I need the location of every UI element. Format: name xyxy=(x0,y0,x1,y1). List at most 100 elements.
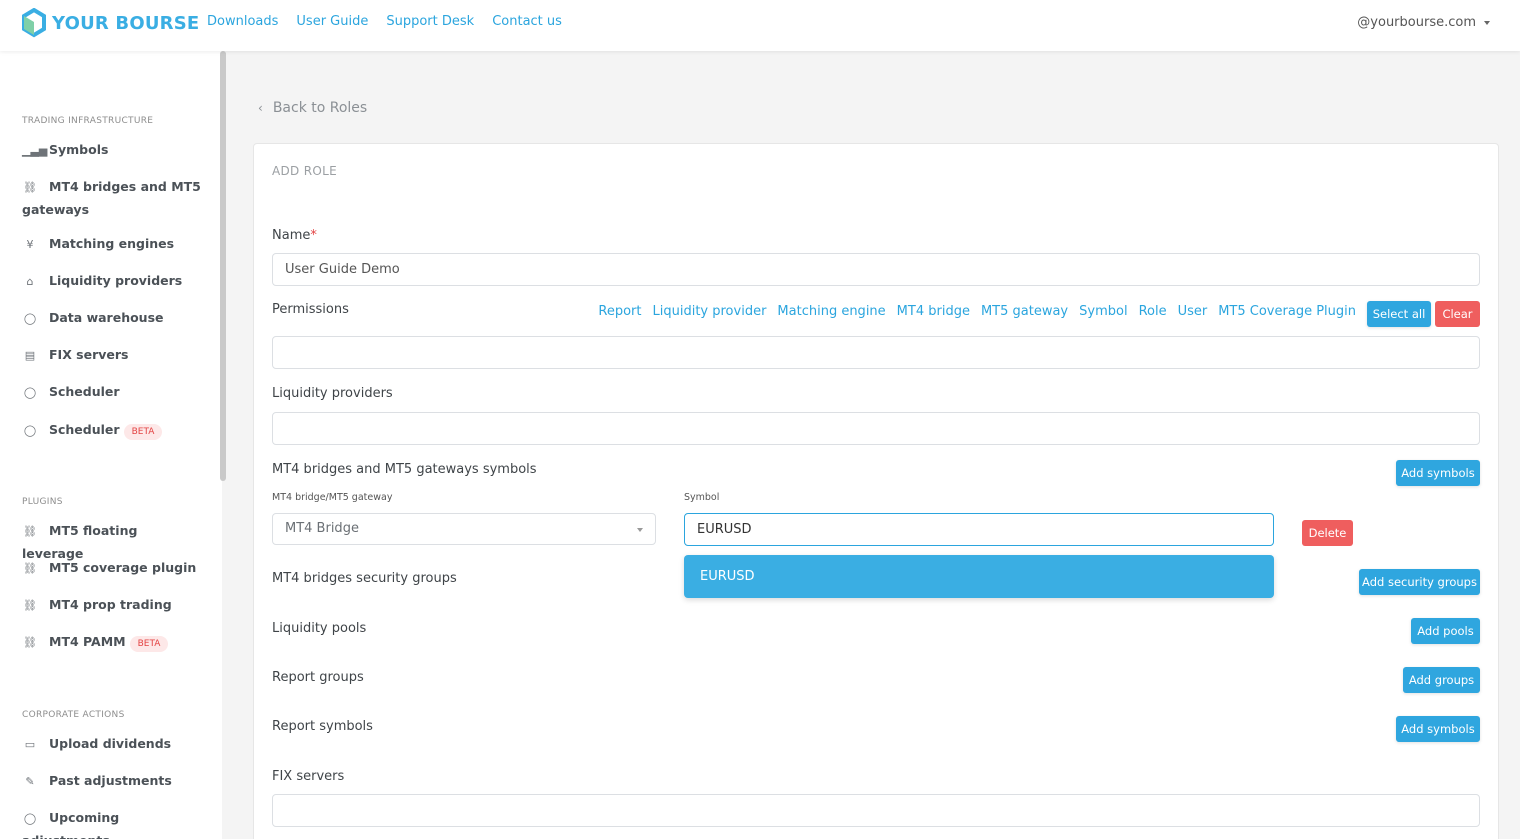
sidebar-item-label: MT5 floating leverage xyxy=(22,523,138,561)
sidebar-item-mt4-bridges[interactable]: ⛓ MT4 bridges and MT5 gateways xyxy=(22,176,202,221)
permission-link-mt5-coverage-plugin[interactable]: MT5 Coverage Plugin xyxy=(1218,304,1356,319)
top-nav: Downloads User Guide Support Desk Contac… xyxy=(207,14,580,29)
clear-button[interactable]: Clear xyxy=(1435,301,1480,327)
bridge-select[interactable]: MT4 Bridge xyxy=(272,513,656,545)
sidebar-item-upcoming-adjustments[interactable]: ◯Upcoming adjustments xyxy=(22,807,202,839)
sidebar-item-label: Scheduler xyxy=(49,384,120,399)
sidebar-item-data-warehouse[interactable]: ◯ Data warehouse xyxy=(22,307,202,330)
symbol-input[interactable]: EURUSD xyxy=(684,513,1274,546)
nav-user-guide[interactable]: User Guide xyxy=(296,14,368,29)
sidebar-item-fix-servers[interactable]: ▤ FIX servers xyxy=(22,344,202,367)
permission-link-role[interactable]: Role xyxy=(1139,304,1167,319)
sidebar-item-mt4-pamm[interactable]: ⛓ MT4 PAMM BETA xyxy=(22,631,202,654)
link-icon: ⛓ xyxy=(23,636,37,649)
permission-link-symbol[interactable]: Symbol xyxy=(1079,304,1127,319)
select-all-button[interactable]: Select all xyxy=(1367,301,1431,327)
sidebar-item-label: MT4 PAMM xyxy=(49,634,126,649)
sidebar-item-label: Matching engines xyxy=(49,236,175,251)
nav-contact-us[interactable]: Contact us xyxy=(492,14,562,29)
back-to-roles-link[interactable]: ‹ Back to Roles xyxy=(258,100,367,116)
chevron-left-icon: ‹ xyxy=(258,101,263,115)
section-title-corporate-actions: CORPORATE ACTIONS xyxy=(22,710,125,720)
sidebar-item-upload-dividends[interactable]: ▭ Upload dividends xyxy=(22,733,202,756)
circle-icon: ◯ xyxy=(23,812,37,825)
permission-links: Report Liquidity provider Matching engin… xyxy=(587,304,1356,319)
permission-link-report[interactable]: Report xyxy=(598,304,641,319)
sidebar xyxy=(0,51,222,839)
dropdown-option-eurusd[interactable]: EURUSD xyxy=(684,555,1274,598)
name-label: Name* xyxy=(272,228,317,243)
required-marker: * xyxy=(310,228,317,243)
link-icon: ⛓ xyxy=(23,562,37,575)
top-bar: YOUR BOURSE Downloads User Guide Support… xyxy=(0,0,1520,51)
chevron-down-icon xyxy=(1484,20,1490,25)
permission-link-matching-engine[interactable]: Matching engine xyxy=(777,304,885,319)
edit-icon: ✎ xyxy=(25,775,35,788)
sidebar-item-label: Liquidity providers xyxy=(49,273,183,288)
sidebar-scrollbar[interactable] xyxy=(220,51,226,481)
add-groups-button[interactable]: Add groups xyxy=(1403,667,1480,693)
permission-link-user[interactable]: User xyxy=(1178,304,1208,319)
logo[interactable]: YOUR BOURSE xyxy=(22,8,199,38)
fix-servers-label: FIX servers xyxy=(272,769,345,784)
back-link-label: Back to Roles xyxy=(272,100,368,116)
folder-icon: ▭ xyxy=(24,738,36,751)
logo-icon xyxy=(22,8,46,38)
sidebar-item-label: MT4 prop trading xyxy=(49,597,172,612)
sidebar-item-scheduler[interactable]: ◯ Scheduler xyxy=(22,381,202,404)
section-title-trading-infrastructure: TRADING INFRASTRUCTURE xyxy=(22,116,154,126)
liquidity-providers-label: Liquidity providers xyxy=(272,386,393,401)
add-role-card xyxy=(253,143,1499,839)
circle-icon: ◯ xyxy=(23,312,37,325)
sidebar-item-scheduler-beta[interactable]: ◯ Scheduler BETA xyxy=(22,419,202,442)
liquidity-providers-input[interactable] xyxy=(272,412,1480,445)
bridge-select-value: MT4 Bridge xyxy=(285,521,359,536)
link-icon: ⛓ xyxy=(23,599,37,612)
permission-link-mt5-gateway[interactable]: MT5 gateway xyxy=(981,304,1068,319)
sidebar-item-liquidity-providers[interactable]: ⌂ Liquidity providers xyxy=(22,270,202,293)
symbol-dropdown: EURUSD xyxy=(684,555,1274,598)
sidebar-item-mt5-coverage-plugin[interactable]: ⛓ MT5 coverage plugin xyxy=(22,557,202,580)
permissions-input[interactable] xyxy=(272,336,1480,369)
section-title-plugins: PLUGINS xyxy=(22,497,63,507)
bridge-column-label: MT4 bridge/MT5 gateway xyxy=(272,492,393,503)
user-menu[interactable]: @yourbourse.com xyxy=(1357,15,1490,30)
sidebar-item-label: Past adjustments xyxy=(49,773,172,788)
delete-button[interactable]: Delete xyxy=(1302,520,1353,546)
symbol-column-label: Symbol xyxy=(684,492,720,503)
security-groups-label: MT4 bridges security groups xyxy=(272,571,457,586)
permission-link-mt4-bridge[interactable]: MT4 bridge xyxy=(897,304,970,319)
name-input[interactable]: User Guide Demo xyxy=(272,253,1480,286)
permission-link-liquidity-provider[interactable]: Liquidity provider xyxy=(653,304,767,319)
sidebar-item-label: Upload dividends xyxy=(49,736,172,751)
sidebar-item-mt4-prop-trading[interactable]: ⛓ MT4 prop trading xyxy=(22,594,202,617)
link-icon: ⛓ xyxy=(23,181,37,194)
document-icon: ▤ xyxy=(24,349,36,362)
liquidity-pools-label: Liquidity pools xyxy=(272,621,367,636)
sidebar-item-matching-engines[interactable]: ¥ Matching engines xyxy=(22,233,202,256)
add-symbols-button[interactable]: Add symbols xyxy=(1396,460,1480,486)
bar-chart-icon: ▁▃▅ xyxy=(22,144,48,157)
report-groups-label: Report groups xyxy=(272,670,364,685)
add-pools-button[interactable]: Add pools xyxy=(1411,618,1480,644)
bank-icon: ⌂ xyxy=(26,275,34,288)
circle-icon: ◯ xyxy=(23,386,37,399)
add-report-symbols-button[interactable]: Add symbols xyxy=(1396,716,1480,742)
mt-symbols-label: MT4 bridges and MT5 gateways symbols xyxy=(272,462,537,477)
nav-downloads[interactable]: Downloads xyxy=(207,14,278,29)
sidebar-item-label: Data warehouse xyxy=(49,310,164,325)
sidebar-item-label: MT4 bridges and MT5 gateways xyxy=(22,179,201,217)
chevron-down-icon xyxy=(637,528,643,532)
nav-support-desk[interactable]: Support Desk xyxy=(386,14,474,29)
sidebar-item-past-adjustments[interactable]: ✎ Past adjustments xyxy=(22,770,202,793)
sidebar-item-label: Scheduler xyxy=(49,422,120,437)
sidebar-item-symbols[interactable]: ▁▃▅ Symbols xyxy=(22,139,202,162)
permissions-label: Permissions xyxy=(272,302,349,317)
sidebar-item-label: Symbols xyxy=(49,142,109,157)
sidebar-item-label: MT5 coverage plugin xyxy=(49,560,197,575)
add-security-groups-button[interactable]: Add security groups xyxy=(1359,569,1480,595)
report-symbols-label: Report symbols xyxy=(272,719,373,734)
beta-badge: BETA xyxy=(123,424,163,440)
fix-servers-input[interactable] xyxy=(272,794,1480,827)
beta-badge: BETA xyxy=(129,636,169,652)
